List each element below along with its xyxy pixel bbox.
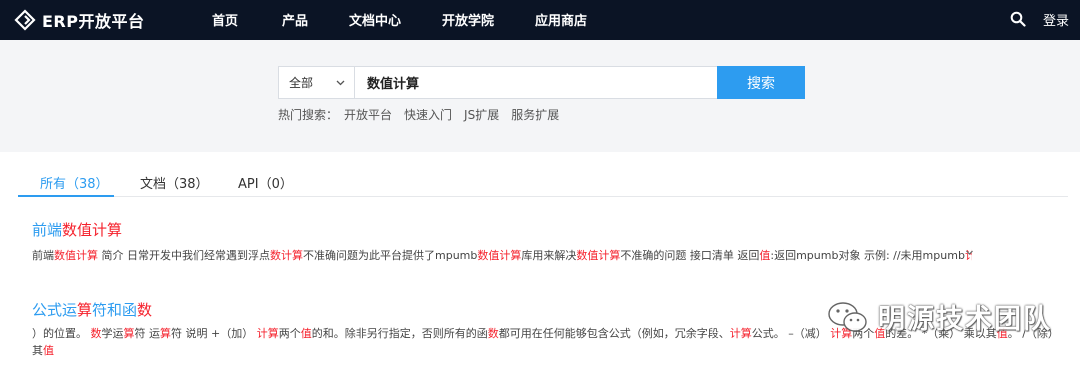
brand-logo[interactable]: ERP开放平台 [14, 8, 144, 32]
tab-all[interactable]: 所有（38） [40, 173, 109, 192]
hot-searches: 热门搜索： 开放平台 快速入门 JS扩展 服务扩展 [278, 106, 571, 123]
highlighted-keyword: 计算 [729, 327, 752, 340]
highlighted-keyword: 数值计算 [62, 221, 123, 239]
text-segment: :返回mpumb对象 示例: //未用mpumb [770, 249, 965, 262]
text-segment: 不准确问题为此平台提供了mpumb [303, 249, 478, 262]
highlighted-keyword: 算 [77, 301, 93, 319]
wechat-icon [828, 301, 867, 332]
expand-chevron-icon[interactable] [965, 248, 974, 257]
text-segment: 符 说明 +（加） [171, 327, 257, 340]
chevron-down-icon [336, 80, 345, 86]
tab-docs[interactable]: 文档（38） [140, 173, 209, 192]
highlighted-keyword: 数 [487, 327, 499, 340]
text-segment: 不准确的问题 接口清单 返回 [620, 249, 760, 262]
login-link[interactable]: 登录 [1043, 10, 1069, 29]
search-icon[interactable] [1010, 11, 1026, 27]
text-segment: 公式。 –（减） [751, 327, 831, 340]
search-result: 前端数值计算 前端数值计算 简介 日常开发中我们经常遇到浮点数计算不准确问题为此… [32, 219, 1032, 264]
watermark-text: 明源技术团队 [878, 304, 1052, 335]
search-section: 全部 搜索 热门搜索： 开放平台 快速入门 JS扩展 服务扩展 [0, 40, 1080, 152]
text-segment: 符和函 [92, 301, 138, 319]
highlighted-keyword: 数 [90, 327, 102, 340]
tab-api[interactable]: API（0） [238, 173, 293, 192]
highlighted-keyword: 算 [160, 327, 171, 340]
highlighted-keyword: 数 [137, 301, 153, 319]
text-segment: 库用来解决 [521, 249, 577, 262]
top-navbar: ERP开放平台 首页 产品 文档中心 开放学院 应用商店 登录 [0, 0, 1080, 40]
nav-home[interactable]: 首页 [212, 10, 238, 29]
highlighted-keyword: 计算 [256, 327, 279, 340]
nav-open-academy[interactable]: 开放学院 [442, 10, 494, 29]
hot-link-service-extension[interactable]: 服务扩展 [511, 106, 559, 123]
result-snippet: 前端数值计算 简介 日常开发中我们经常遇到浮点数计算不准确问题为此平台提供了mp… [32, 247, 972, 264]
search-scope-select[interactable]: 全部 [279, 67, 355, 98]
text-segment: 学运 [101, 327, 124, 340]
nav-products[interactable]: 产品 [282, 10, 308, 29]
result-title[interactable]: 前端数值计算 [32, 219, 1032, 240]
text-segment: 符 运 [134, 327, 161, 340]
highlighted-keyword: 数值计算 [54, 249, 98, 262]
highlighted-keyword: 值 [300, 327, 312, 340]
nav-app-store[interactable]: 应用商店 [535, 10, 587, 29]
highlighted-keyword: 值 [43, 344, 54, 357]
text-segment: ）的位置。 [32, 327, 91, 340]
brand-logo-icon [14, 9, 36, 31]
active-tab-indicator [18, 195, 114, 197]
highlighted-keyword: 数计算 [270, 249, 303, 262]
text-segment: 的和。除非另行指定，否则所有的函 [311, 327, 488, 340]
hot-link-open-platform[interactable]: 开放平台 [344, 106, 392, 123]
search-box: 全部 搜索 [278, 66, 805, 99]
text-segment: 简介 日常开发中我们经常遇到浮点 [98, 249, 270, 262]
hot-link-js-extension[interactable]: JS扩展 [464, 106, 499, 123]
search-input[interactable] [355, 67, 717, 98]
highlighted-keyword: 算 [123, 327, 135, 340]
brand-name: ERP开放平台 [42, 12, 145, 31]
text-segment: 前端 [32, 249, 54, 262]
highlighted-keyword: 值 [759, 249, 771, 262]
search-button[interactable]: 搜索 [717, 66, 805, 99]
text-segment: 公式运 [32, 301, 78, 319]
result-tabs: 所有（38） 文档（38） API（0） [18, 168, 1068, 197]
result-snippet-line: 其值 [32, 342, 1062, 359]
text-segment: 前端 [32, 221, 63, 239]
text-segment: 其 [32, 344, 43, 357]
hot-link-quick-start[interactable]: 快速入门 [404, 106, 452, 123]
hot-searches-label: 热门搜索： [278, 108, 339, 122]
highlighted-keyword: 数值计算 [576, 249, 621, 262]
text-segment: 两个 [278, 327, 301, 340]
search-scope-value: 全部 [289, 76, 314, 90]
watermark: 明源技术团队 [826, 297, 1052, 336]
highlighted-keyword: 数值计算 [477, 249, 522, 262]
nav-docs-center[interactable]: 文档中心 [349, 10, 401, 29]
text-segment: 都可用在任何能够包含公式（例如，冗余字段、 [498, 327, 730, 340]
